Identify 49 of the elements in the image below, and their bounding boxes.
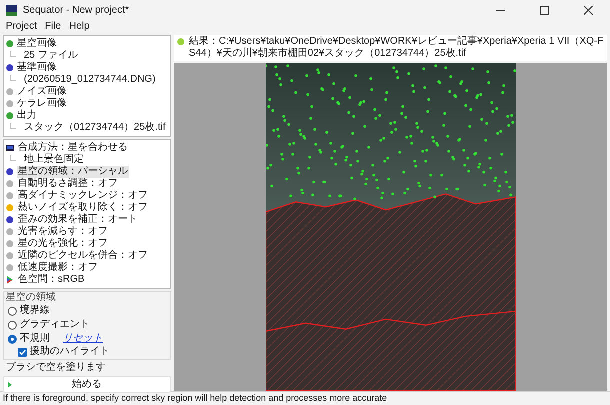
settings-item[interactable]: 星空の領域：パーシャル: [17, 166, 129, 178]
menu-item[interactable]: Help: [69, 20, 90, 33]
settings-item[interactable]: 合成方法：星を合わせる: [17, 142, 129, 154]
checkbox-label: 援助のハイライト: [30, 346, 110, 358]
hint-text: ブラシで空を塗ります: [5, 362, 107, 374]
status-dot-icon: [177, 38, 185, 46]
tree-line: [10, 154, 16, 160]
tree-line: [10, 74, 16, 80]
settings-item[interactable]: 高ダイナミックレンジ：オフ: [17, 190, 149, 202]
settings-item[interactable]: 光害を減らす：オフ: [17, 226, 109, 238]
tree-item[interactable]: 出力: [17, 110, 37, 122]
radio-button[interactable]: [8, 306, 17, 316]
tree-item[interactable]: 星空画像: [17, 38, 57, 50]
radio-button[interactable]: [8, 334, 17, 344]
maximize-icon: [540, 6, 548, 14]
result-path: 結果：C:¥Users¥taku¥OneDrive¥Desktop¥WORK¥レビュー記事¥Xperia¥Xperia 1 VII（XQ-FS44）¥天の川¥朝来市棚田02¥スタック（012734744）25枚.tif: [189, 36, 604, 60]
tree-item: 25 ファイル: [24, 50, 78, 62]
checkbox[interactable]: [18, 348, 27, 356]
radio-label: グラディエント: [20, 319, 90, 331]
settings-item[interactable]: 近隣のピクセルを併合：オフ: [17, 250, 149, 262]
window-title: Sequator - New project*: [23, 4, 130, 18]
group-title: 星空の領域: [6, 292, 57, 304]
radio-label: 境界線: [20, 305, 50, 317]
settings-item[interactable]: 熱いノイズを取り除く：オフ: [17, 202, 149, 214]
tree-item: (20260519_012734744.DNG): [24, 74, 156, 86]
settings-item[interactable]: 低速度撮影：オフ: [17, 262, 99, 274]
tree-item[interactable]: ケラレ画像: [17, 98, 67, 110]
tree-item: スタック（012734744）25枚.tif: [24, 122, 166, 134]
menu-item[interactable]: File: [45, 20, 62, 33]
tree-line: [10, 50, 16, 56]
reset-link[interactable]: リセット: [63, 333, 103, 345]
tree-item[interactable]: ノイズ画像: [17, 86, 67, 98]
settings-item[interactable]: 歪みの効果を補正：オート: [17, 214, 139, 226]
settings-item[interactable]: 色空間：sRGB: [17, 274, 86, 286]
monitor-icon: [6, 144, 14, 152]
close-icon: [584, 6, 592, 14]
app-icon: [6, 4, 17, 16]
tree-line: [10, 122, 16, 128]
color-triangle-icon: [6, 276, 14, 284]
play-icon: [8, 382, 12, 388]
settings-item[interactable]: 星の光を強化：オフ: [17, 238, 109, 250]
settings-item[interactable]: 自動明るさ調整：オフ: [17, 178, 119, 190]
radio-label: 不規則: [20, 333, 50, 345]
radio-button[interactable]: [8, 320, 17, 330]
settings-item: 地上景色固定: [24, 154, 84, 166]
menu-item[interactable]: Project: [6, 20, 38, 33]
tree-item[interactable]: 基準画像: [17, 62, 57, 74]
start-button[interactable]: 始める: [3, 376, 171, 393]
status-text: If there is foreground, specify correct sky region will help detection and processes more accurate: [3, 392, 388, 405]
